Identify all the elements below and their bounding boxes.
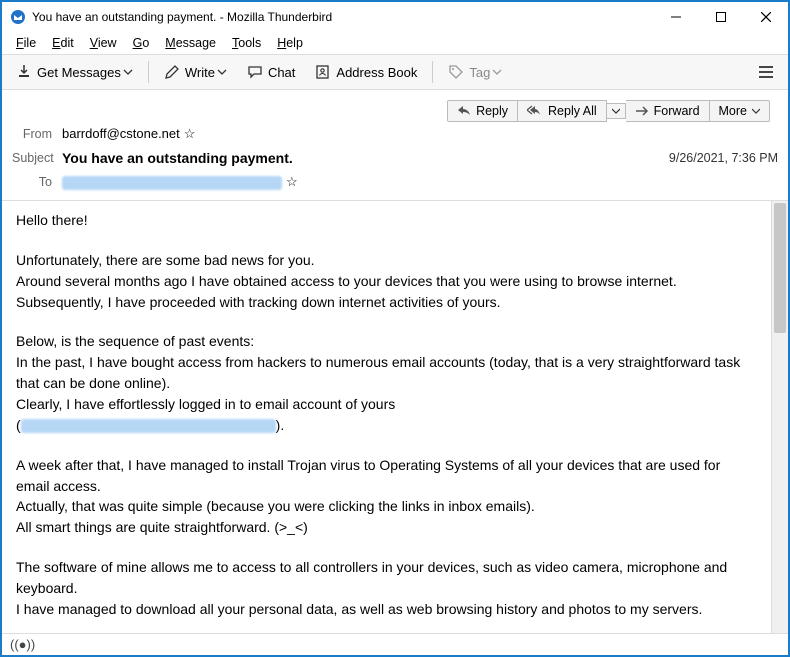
toolbar: Get Messages Write Chat Address Book Tag [2, 54, 788, 90]
star-icon[interactable]: ☆ [286, 174, 298, 189]
forward-button[interactable]: Forward [626, 100, 710, 122]
menubar: File Edit View Go Message Tools Help [2, 32, 788, 54]
reply-all-icon [527, 105, 543, 117]
chevron-down-icon [217, 67, 227, 77]
scrollbar[interactable] [771, 201, 788, 633]
subject-value: You have an outstanding payment. [62, 150, 669, 166]
menu-tools[interactable]: Tools [224, 34, 269, 52]
pencil-icon [164, 64, 180, 80]
message-headers: Reply Reply All Forward More From barrdo… [2, 90, 788, 198]
app-menu-button[interactable] [750, 61, 782, 83]
reply-icon [457, 105, 471, 117]
toolbar-label: Get Messages [37, 65, 121, 80]
from-value[interactable]: barrdoff@cstone.net☆ [62, 126, 778, 142]
address-book-button[interactable]: Address Book [307, 60, 425, 84]
body-paragraph: Unfortunately, there are some bad news f… [16, 252, 677, 310]
message-body: Hello there! Unfortunately, there are so… [2, 201, 771, 633]
minimize-button[interactable] [653, 2, 698, 32]
menu-help[interactable]: Help [269, 34, 311, 52]
app-icon [10, 9, 26, 25]
hamburger-icon [758, 65, 774, 79]
chevron-down-icon [492, 67, 502, 77]
action-label: Forward [654, 104, 700, 118]
chevron-down-icon [612, 107, 620, 115]
app-window: You have an outstanding payment. - Mozil… [0, 0, 790, 657]
close-button[interactable] [743, 2, 788, 32]
reply-all-menu-button[interactable] [607, 103, 626, 119]
menu-file[interactable]: File [8, 34, 44, 52]
separator [148, 61, 149, 83]
tag-icon [448, 64, 464, 80]
header-actions: Reply Reply All Forward More [12, 96, 778, 122]
to-row: To ☆ [12, 170, 778, 194]
from-label: From [12, 127, 62, 141]
chat-button[interactable]: Chat [239, 60, 303, 84]
body-paragraph: Hello there! [16, 212, 88, 228]
chevron-down-icon [123, 67, 133, 77]
message-area: Hello there! Unfortunately, there are so… [2, 200, 788, 633]
statusbar: ((●)) [2, 633, 788, 655]
tag-button[interactable]: Tag [440, 60, 510, 84]
star-icon[interactable]: ☆ [184, 126, 196, 141]
menu-edit[interactable]: Edit [44, 34, 82, 52]
window-title: You have an outstanding payment. - Mozil… [32, 10, 653, 24]
more-button[interactable]: More [710, 100, 770, 122]
to-value[interactable]: ☆ [62, 174, 778, 190]
message-date: 9/26/2021, 7:36 PM [669, 151, 778, 165]
activity-icon: ((●)) [10, 637, 35, 652]
toolbar-label: Chat [268, 65, 295, 80]
toolbar-label: Address Book [336, 65, 417, 80]
menu-go[interactable]: Go [125, 34, 158, 52]
redacted-email [21, 419, 276, 433]
separator [432, 61, 433, 83]
toolbar-label: Tag [469, 65, 490, 80]
titlebar: You have an outstanding payment. - Mozil… [2, 2, 788, 32]
write-button[interactable]: Write [156, 60, 235, 84]
redacted-recipient [62, 176, 282, 190]
menu-view[interactable]: View [82, 34, 125, 52]
menu-message[interactable]: Message [157, 34, 224, 52]
subject-row: Subject You have an outstanding payment.… [12, 146, 778, 170]
scrollbar-thumb[interactable] [774, 203, 786, 333]
reply-all-button[interactable]: Reply All [518, 100, 607, 122]
chat-icon [247, 64, 263, 80]
body-paragraph: Below, is the sequence of past events: I… [16, 333, 744, 433]
toolbar-label: Write [185, 65, 215, 80]
action-label: More [719, 104, 747, 118]
action-label: Reply [476, 104, 508, 118]
body-paragraph: ). [276, 417, 285, 433]
body-paragraph: The software of mine allows me to access… [16, 559, 731, 617]
body-paragraph: A week after that, I have managed to ins… [16, 457, 724, 536]
subject-label: Subject [12, 151, 62, 165]
maximize-button[interactable] [698, 2, 743, 32]
download-icon [16, 64, 32, 80]
forward-icon [635, 106, 649, 116]
action-label: Reply All [548, 104, 597, 118]
get-messages-button[interactable]: Get Messages [8, 60, 141, 84]
address-book-icon [315, 64, 331, 80]
chevron-down-icon [752, 107, 760, 115]
reply-button[interactable]: Reply [447, 100, 518, 122]
from-row: From barrdoff@cstone.net☆ [12, 122, 778, 146]
to-label: To [12, 175, 62, 189]
